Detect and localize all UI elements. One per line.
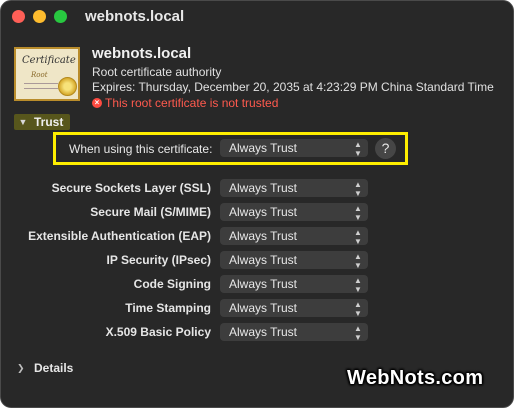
certificate-name: webnots.local: [92, 45, 192, 62]
when-using-select[interactable]: Always Trust ▲ ▼: [220, 139, 368, 158]
certificate-expiry: Expires: Thursday, December 20, 2035 at …: [92, 80, 494, 94]
code-signing-select-value: Always Trust: [229, 277, 298, 291]
up-down-chevron-icon: ▲ ▼: [354, 252, 362, 270]
ssl-select[interactable]: Always Trust ▲ ▼: [220, 179, 368, 198]
up-down-chevron-icon: ▲ ▼: [354, 180, 362, 198]
chevron-right-icon: ❯: [17, 362, 25, 373]
smime-label: Secure Mail (S/MIME): [90, 205, 211, 219]
certificate-seal-icon: [58, 77, 77, 96]
certificate-window: webnots.local Certificate Root webnots.l…: [0, 0, 514, 408]
up-down-chevron-icon: ▲ ▼: [354, 140, 362, 158]
trust-section-label: Trust: [34, 115, 64, 129]
details-section-toggle[interactable]: ❯ Details: [17, 361, 73, 375]
code-signing-label: Code Signing: [133, 277, 211, 291]
x509-select-value: Always Trust: [229, 325, 298, 339]
up-down-chevron-icon: ▲ ▼: [354, 276, 362, 294]
zoom-button[interactable]: [54, 10, 67, 23]
certificate-icon: Certificate Root: [14, 47, 80, 101]
certificate-icon-subtitle: Root: [31, 71, 48, 79]
ipsec-select[interactable]: Always Trust ▲ ▼: [220, 251, 368, 270]
eap-select-value: Always Trust: [229, 229, 298, 243]
trust-warning-text: This root certificate is not trusted: [105, 96, 279, 110]
certificate-icon-title: Certificate: [22, 55, 76, 66]
window-title: webnots.local: [85, 8, 185, 25]
ipsec-select-value: Always Trust: [229, 253, 298, 267]
time-stamping-select-value: Always Trust: [229, 301, 298, 315]
smime-select[interactable]: Always Trust ▲ ▼: [220, 203, 368, 222]
x509-label: X.509 Basic Policy: [105, 325, 211, 339]
code-signing-select[interactable]: Always Trust ▲ ▼: [220, 275, 368, 294]
certificate-type: Root certificate authority: [92, 65, 222, 79]
up-down-chevron-icon: ▲ ▼: [354, 300, 362, 318]
trust-section-toggle[interactable]: ▼ Trust: [14, 114, 70, 130]
up-down-chevron-icon: ▲ ▼: [354, 324, 362, 342]
when-using-label: When using this certificate:: [69, 142, 213, 156]
help-button[interactable]: ?: [375, 138, 396, 159]
smime-select-value: Always Trust: [229, 205, 298, 219]
ssl-select-value: Always Trust: [229, 181, 298, 195]
error-x-icon: ×: [92, 98, 102, 108]
trust-warning: × This root certificate is not trusted: [92, 96, 278, 110]
eap-label: Extensible Authentication (EAP): [28, 229, 211, 243]
x509-select[interactable]: Always Trust ▲ ▼: [220, 323, 368, 342]
up-down-chevron-icon: ▲ ▼: [354, 228, 362, 246]
time-stamping-select[interactable]: Always Trust ▲ ▼: [220, 299, 368, 318]
details-label: Details: [34, 361, 74, 375]
when-using-select-value: Always Trust: [229, 141, 298, 155]
certificate-icon-lines: [24, 83, 58, 84]
chevron-down-icon: ▼: [18, 117, 28, 127]
watermark: WebNots.com: [347, 367, 484, 389]
up-down-chevron-icon: ▲ ▼: [354, 204, 362, 222]
close-button[interactable]: [12, 10, 25, 23]
window-controls: [12, 10, 67, 23]
ipsec-label: IP Security (IPsec): [106, 253, 212, 267]
time-stamping-label: Time Stamping: [125, 301, 211, 315]
minimize-button[interactable]: [33, 10, 46, 23]
ssl-label: Secure Sockets Layer (SSL): [51, 181, 211, 195]
eap-select[interactable]: Always Trust ▲ ▼: [220, 227, 368, 246]
